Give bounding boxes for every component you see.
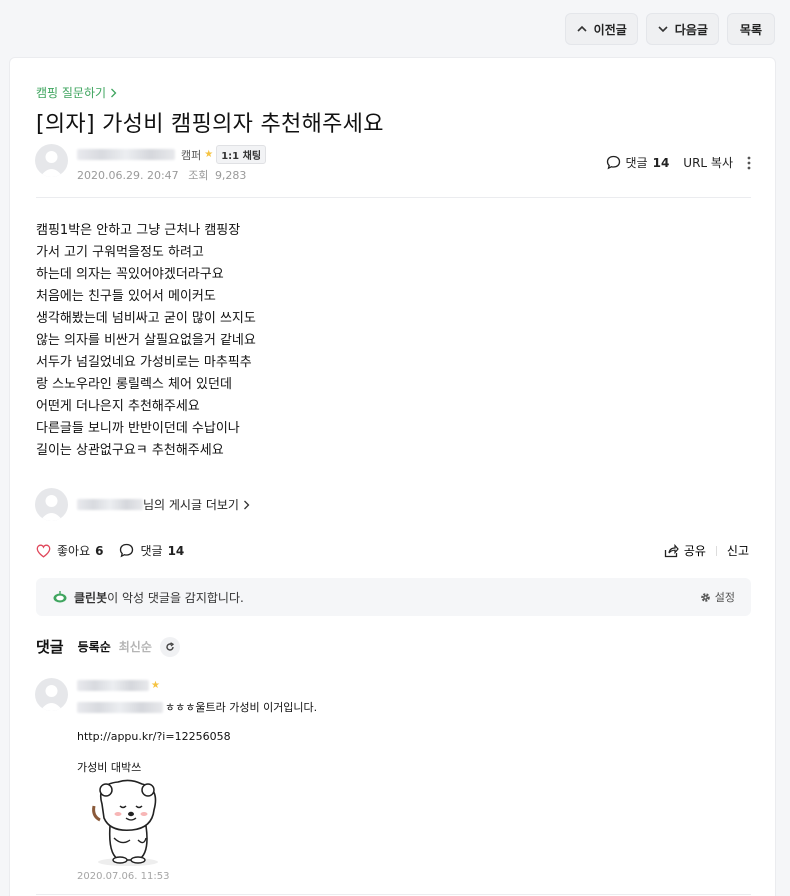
cleanbot-settings-button[interactable]: 설정 [700,589,735,605]
list-label: 목록 [739,22,762,37]
gear-icon [700,592,710,602]
mention-blurred [77,701,163,713]
comment-button[interactable]: 댓글 14 [119,542,184,559]
like-count: 6 [95,543,104,558]
board-breadcrumb[interactable]: 캠핑 질문하기 [36,84,117,101]
article-card: 캠핑 질문하기 [의자] 가성비 캠핑의자 추천해주세요 캠퍼 ★ 1:1 채팅… [9,57,776,896]
body-line: 랑 스노우라인 롱릴렉스 체어 있던데 [36,377,232,392]
author-nickname-blurred [77,499,143,510]
report-button[interactable]: 신고 [727,542,749,559]
prev-post-label: 이전글 [593,22,627,37]
action-separator [715,545,717,556]
chevron-up-icon [577,25,587,32]
chevron-down-icon [658,26,668,33]
body-line: 않는 의자를 비싼거 살필요없을거 같네요 [36,333,256,348]
article-body: 캠핑1박은 안하고 그냥 근처나 캠핑장 가서 고기 구워먹을정도 하려고 하는… [36,220,256,462]
comment-text: ㅎㅎㅎ울트라 가성비 이거입니다. [165,701,318,714]
comments-title: 댓글 [36,638,64,656]
comment-count: 14 [652,155,670,170]
settings-label: 설정 [714,591,735,604]
cleanbot-name: 클린봇 [74,590,108,605]
comment-date: 2020.07.06. 11:53 [77,871,170,882]
commenter-nickname[interactable] [77,680,149,691]
commenter-name-row: ★ [77,680,163,691]
body-line: 어떤게 더나은지 추천해주세요 [36,399,200,414]
comment-action-count: 14 [167,543,185,558]
next-post-button[interactable]: 다음글 [645,13,719,45]
author-info: 캠퍼 ★ 1:1 채팅 [77,145,267,164]
article-title: [의자] 가성비 캠핑의자 추천해주세요 [36,112,384,137]
next-post-label: 다음글 [674,22,708,37]
comment-action-label: 댓글 [140,544,163,558]
comment-divider [36,894,751,895]
views-label: 조회 [188,169,209,182]
refresh-button[interactable] [159,636,180,657]
body-line: 서두가 넘길었네요 가성비로는 마추픽추 [36,355,252,370]
author-nickname[interactable] [77,149,175,160]
board-name: 캠핑 질문하기 [36,86,107,100]
cleanbot-banner: 클린봇 이 악성 댓글을 감지합니다. 설정 [36,578,751,616]
header-divider [36,197,751,198]
body-line: 생각해봤는데 넘비싸고 굳이 많이 쓰지도 [36,311,256,326]
sort-latest-tab[interactable]: 최신순 [119,638,152,655]
post-navigation: 이전글 다음글 목록 [564,13,775,45]
body-line: 하는데 의자는 꼭있어야겠더라구요 [36,267,224,282]
grade-star-icon: ★ [204,149,214,160]
sort-register-tab[interactable]: 등록순 [78,638,111,655]
speech-bubble-icon [606,155,620,170]
refresh-icon [166,641,174,651]
bear-sticker-image [92,779,158,866]
article-actions: 좋아요 6 댓글 14 공유 신고 [36,542,749,559]
comment-text-2: 가성비 대박쓰 [77,761,142,774]
views-count: 9,283 [214,169,247,182]
chevron-right-icon [243,500,250,509]
share-icon [664,543,679,557]
like-button[interactable]: 좋아요 6 [36,542,103,559]
list-button[interactable]: 목록 [726,13,775,45]
cleanbot-message: 이 악성 댓글을 감지합니다. [107,590,244,605]
speech-bubble-icon [120,543,134,558]
heart-icon [36,544,51,558]
comment-line: ㅎㅎㅎ울트라 가성비 이거입니다. [77,699,317,715]
like-label: 좋아요 [57,544,91,558]
author-avatar[interactable] [35,144,68,177]
url-copy-button[interactable]: URL 복사 [683,154,733,171]
prev-post-button[interactable]: 이전글 [564,13,638,45]
article-meta: 2020.06.29. 20:47 조회 9,283 [77,167,246,183]
author-more-posts-link[interactable]: 님의 게시글 더보기 [77,496,250,513]
actions-right: 공유 신고 [664,542,749,559]
body-line: 가서 고기 구워먹을정도 하려고 [36,245,204,260]
comment-link[interactable]: http://appu.kr/?i=12256058 [77,730,231,743]
author-avatar-small[interactable] [35,488,68,521]
comment-label: 댓글 [625,156,648,170]
commenter-avatar[interactable] [35,678,68,711]
comment-count-link[interactable]: 댓글 14 [606,154,670,171]
article-tools: 댓글 14 URL 복사 [606,154,752,171]
share-label: 공유 [683,544,706,558]
article-date: 2020.06.29. 20:47 [77,169,179,182]
comments-header: 댓글 등록순 최신순 [36,636,180,657]
chat-badge-button[interactable]: 1:1 채팅 [216,145,267,164]
body-line: 다른글들 보니까 반반이던데 수납이나 [36,421,240,436]
author-grade: 캠퍼 [181,148,202,162]
chevron-right-icon [111,88,117,97]
more-posts-label: 님의 게시글 더보기 [143,498,239,512]
more-vertical-icon[interactable] [747,156,751,170]
body-line: 처음에는 친구들 있어서 메이커도 [36,289,216,304]
share-button[interactable]: 공유 [664,542,706,559]
body-line: 캠핑1박은 안하고 그냥 근처나 캠핑장 [36,223,241,238]
cleanbot-icon [53,591,67,603]
body-line: 길이는 상관없구요ㅋ 추천해주세요 [36,443,224,458]
grade-star-icon: ★ [151,680,160,691]
